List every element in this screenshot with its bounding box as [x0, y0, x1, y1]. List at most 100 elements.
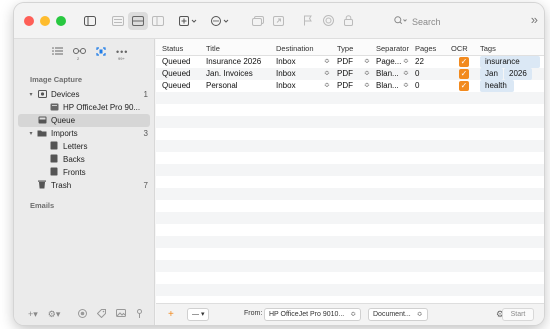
- cell-separator[interactable]: Page...: [376, 57, 401, 66]
- chevron-updown-icon[interactable]: ≎: [324, 81, 330, 89]
- tag-chip[interactable]: Jan: [480, 68, 503, 80]
- ocr-checkbox[interactable]: ✓: [459, 57, 469, 67]
- header-separator[interactable]: Separator: [376, 44, 409, 53]
- add-icon[interactable]: +▾: [28, 309, 38, 320]
- cell-pages: 0: [415, 81, 420, 90]
- chevron-updown-icon[interactable]: ≎: [364, 69, 370, 77]
- format-select[interactable]: Document... ≎: [368, 308, 428, 321]
- scan-icon[interactable]: [96, 47, 106, 65]
- cell-separator[interactable]: Blan...: [376, 81, 399, 90]
- action-menu-button[interactable]: — ▾: [187, 308, 210, 321]
- empty-row: [156, 152, 544, 164]
- sidebar-item-letters[interactable]: Letters: [14, 140, 154, 153]
- chevron-updown-icon[interactable]: ≎: [324, 69, 330, 77]
- header-type[interactable]: Type: [337, 44, 353, 53]
- badge-icon[interactable]: [78, 308, 88, 320]
- chevron-updown-icon[interactable]: ≎: [403, 57, 409, 65]
- add-scan-button[interactable]: +: [168, 309, 174, 320]
- cell-type[interactable]: PDF: [337, 81, 353, 90]
- sidebar-item-backs[interactable]: Backs: [14, 153, 154, 166]
- duplicate-icon[interactable]: [248, 12, 268, 30]
- cell-title[interactable]: Personal: [206, 81, 238, 90]
- chevron-updown-icon[interactable]: ≎: [324, 57, 330, 65]
- start-button[interactable]: Start: [502, 308, 534, 321]
- empty-row: [156, 104, 544, 116]
- from-device-select[interactable]: HP OfficeJet Pro 9010... ≎: [264, 308, 362, 321]
- stop-icon[interactable]: [318, 12, 338, 30]
- cell-title[interactable]: Jan. Invoices: [206, 69, 253, 78]
- ocr-checkbox[interactable]: ✓: [459, 81, 469, 91]
- chevron-updown-icon[interactable]: ≎: [403, 81, 409, 89]
- link-icon[interactable]: 2: [73, 47, 86, 65]
- app-window: Search » 2 ••• 99+ Image Capture ▾ Devic…: [14, 3, 544, 325]
- table-row[interactable]: Queued Insurance 2026 Inbox ≎ PDF ≎ Page…: [156, 56, 544, 68]
- header-status[interactable]: Status: [162, 44, 183, 53]
- share-icon[interactable]: [268, 12, 288, 30]
- view-columns-icon[interactable]: [128, 11, 148, 30]
- chevron-updown-icon[interactable]: ≎: [364, 57, 370, 65]
- sidebar: 2 ••• 99+ Image Capture ▾ Devices 1 HP O…: [14, 39, 155, 325]
- header-pages[interactable]: Pages: [415, 44, 436, 53]
- header-destination[interactable]: Destination: [276, 44, 314, 53]
- chevron-down-icon[interactable]: ▾: [26, 91, 36, 98]
- gear-menu-icon[interactable]: ⚙▾: [48, 309, 61, 320]
- chevron-updown-icon[interactable]: ≎: [403, 69, 409, 77]
- cell-destination[interactable]: Inbox: [276, 69, 296, 78]
- cell-title[interactable]: Insurance 2026: [206, 57, 261, 66]
- cell-status: Queued: [162, 81, 191, 90]
- flag-icon[interactable]: [298, 12, 318, 30]
- empty-row: [156, 92, 544, 104]
- table-header: Status Title Destination Type Separator …: [156, 39, 544, 56]
- sidebar-item-devices[interactable]: ▾ Devices 1: [14, 88, 154, 101]
- empty-row: [156, 212, 544, 224]
- tag-chip[interactable]: insurance: [480, 56, 540, 68]
- empty-row: [156, 188, 544, 200]
- chevron-updown-icon: ≎: [350, 311, 357, 318]
- header-title[interactable]: Title: [206, 44, 220, 53]
- cell-type[interactable]: PDF: [337, 69, 353, 78]
- cell-separator[interactable]: Blan...: [376, 69, 399, 78]
- toolbar: Search »: [14, 3, 544, 39]
- overflow-icon[interactable]: »: [531, 12, 538, 27]
- minimize-window-button[interactable]: [40, 15, 50, 26]
- sidebar-item-queue[interactable]: Queue: [18, 114, 150, 127]
- section-image-capture: Image Capture: [30, 75, 83, 84]
- add-menu-icon[interactable]: [176, 12, 202, 30]
- sidebar-item-label: HP OfficeJet Pro 90...: [63, 103, 141, 112]
- chevron-down-icon[interactable]: ▾: [26, 130, 36, 137]
- queue-icon: [36, 116, 48, 126]
- header-ocr[interactable]: OCR: [451, 44, 468, 53]
- close-window-button[interactable]: [24, 15, 34, 26]
- sidebar-item-device[interactable]: HP OfficeJet Pro 90...: [14, 101, 154, 114]
- list-icon[interactable]: [52, 47, 63, 65]
- table-row[interactable]: Queued Personal Inbox ≎ PDF ≎ Blan... ≎ …: [156, 80, 544, 92]
- cell-destination[interactable]: Inbox: [276, 81, 296, 90]
- header-tags[interactable]: Tags: [480, 44, 496, 53]
- more-menu-icon[interactable]: [208, 12, 234, 30]
- photo-icon[interactable]: [116, 309, 127, 319]
- pin-icon[interactable]: [136, 308, 143, 320]
- sidebar-toggle-icon[interactable]: [80, 12, 100, 30]
- sidebar-item-label: Queue: [51, 116, 76, 125]
- sidebar-item-label: Imports: [51, 129, 78, 138]
- sidebar-item-fronts[interactable]: Fronts: [14, 166, 154, 179]
- sidebar-item-imports[interactable]: ▾ Imports 3: [14, 127, 154, 140]
- ocr-checkbox[interactable]: ✓: [459, 69, 469, 79]
- dots-icon[interactable]: ••• 99+: [116, 47, 128, 65]
- empty-row: [156, 296, 544, 303]
- sidebar-item-trash[interactable]: Trash 7: [14, 179, 154, 192]
- search-input[interactable]: Search: [390, 13, 510, 30]
- table-row[interactable]: Queued Jan. Invoices Inbox ≎ PDF ≎ Blan.…: [156, 68, 544, 80]
- zoom-window-button[interactable]: [56, 15, 66, 26]
- cell-destination[interactable]: Inbox: [276, 57, 296, 66]
- tag-chip[interactable]: health: [480, 80, 514, 92]
- view-split-icon[interactable]: [148, 12, 168, 30]
- lock-icon[interactable]: [338, 12, 358, 30]
- tag-chip[interactable]: 2026: [504, 68, 532, 80]
- cell-type[interactable]: PDF: [337, 57, 353, 66]
- view-list-icon[interactable]: [108, 12, 128, 30]
- chevron-updown-icon[interactable]: ≎: [364, 81, 370, 89]
- stack-icon: [48, 154, 60, 165]
- trash-icon: [36, 180, 48, 191]
- tag-icon[interactable]: [97, 308, 107, 320]
